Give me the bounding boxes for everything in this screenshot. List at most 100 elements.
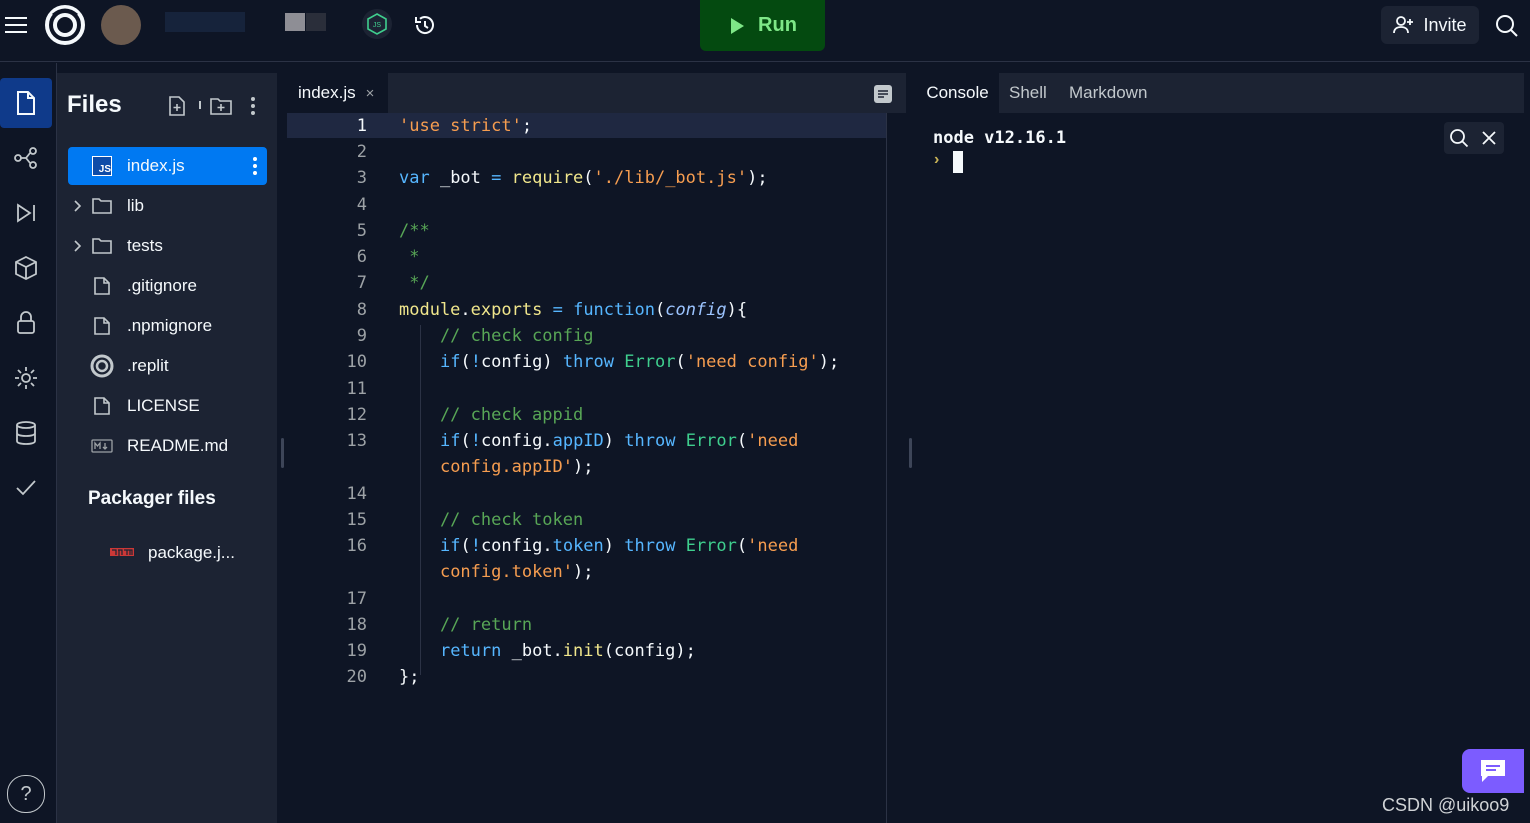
line-number: 2	[356, 142, 367, 162]
tab-index-js[interactable]: index.js ×	[287, 73, 388, 113]
file-icon	[94, 277, 110, 295]
file-item-label: LICENSE	[127, 396, 200, 415]
chevron-right-icon[interactable]	[74, 200, 82, 212]
code-line-20: };	[399, 667, 420, 687]
file-item-label: index.js	[127, 156, 185, 175]
file-more-icon[interactable]	[252, 156, 258, 181]
rail-secrets[interactable]	[0, 298, 52, 348]
chevron-right-icon[interactable]	[74, 240, 82, 252]
rail-unit-tests[interactable]	[0, 463, 52, 513]
line-number: 5	[356, 221, 367, 241]
code-line-5: /**	[399, 221, 430, 241]
packager-files-title: Packager files	[88, 488, 216, 509]
repl-name-blurred[interactable]	[165, 12, 245, 32]
help-button[interactable]: ?	[0, 769, 52, 819]
file-item-label: .replit	[127, 356, 169, 375]
rail-git[interactable]	[0, 133, 52, 183]
file-item-readme[interactable]: README.md	[68, 427, 267, 465]
code-line-16-wrap: config.token');	[439, 562, 594, 582]
code-editor[interactable]: 1 2 3 4 5 6 7 8 9 10 11 12 13 14 15 16 17 18 19 20 'use str…	[287, 113, 906, 823]
file-item-index-js[interactable]: JS index.js	[68, 147, 267, 185]
console-prompt: ›	[934, 151, 940, 168]
line-number: 3	[356, 168, 367, 188]
console-pane: Console Shell Markdown node v12.16.1 ›	[916, 73, 1524, 823]
code-line-12: // check appid	[399, 405, 584, 425]
folder-item-tests[interactable]: tests	[68, 227, 267, 265]
console-cursor	[953, 151, 963, 173]
line-number: 12	[346, 405, 367, 425]
current-line-highlight	[287, 113, 887, 138]
rail-settings[interactable]	[0, 353, 52, 403]
close-icon[interactable]: ×	[366, 85, 375, 102]
file-item-gitignore[interactable]: .gitignore	[68, 267, 267, 305]
more-options-icon[interactable]	[245, 95, 261, 117]
resize-handle[interactable]	[909, 438, 912, 468]
history-icon[interactable]	[412, 12, 438, 38]
tab-label: index.js	[298, 83, 356, 102]
folder-item-lib[interactable]: lib	[68, 187, 267, 225]
file-item-package-json[interactable]: package.j...	[68, 534, 267, 572]
gear-icon	[15, 367, 37, 389]
hamburger-menu-icon[interactable]	[4, 12, 28, 38]
line-number: 11	[346, 379, 367, 399]
line-number: 20	[346, 667, 367, 687]
feedback-chat-button[interactable]	[1462, 749, 1524, 793]
divider	[199, 101, 201, 109]
console-tab-bar: Console Shell Markdown	[916, 73, 1524, 113]
nodejs-language-icon[interactable]: JS	[362, 9, 392, 39]
close-icon[interactable]	[1478, 126, 1500, 150]
chat-icon	[1481, 760, 1505, 782]
debugger-icon	[17, 203, 35, 223]
line-number: 10	[346, 352, 367, 372]
avatar[interactable]	[101, 5, 141, 45]
new-folder-icon[interactable]	[209, 95, 233, 117]
code-line-8: module.exports = function(config){	[399, 300, 748, 320]
files-panel: Files JS index.js lib tests .gitignore .…	[57, 73, 277, 823]
file-item-label: lib	[127, 196, 145, 215]
search-icon[interactable]	[1493, 12, 1521, 40]
line-number: 13	[346, 431, 367, 451]
replit-logo-icon[interactable]	[44, 4, 86, 46]
file-item-label: .gitignore	[127, 276, 197, 295]
watermark: CSDN @uikoo9	[1382, 795, 1510, 815]
code-line-15: // check token	[399, 510, 584, 530]
new-file-icon[interactable]	[166, 95, 188, 117]
editor-settings-icon[interactable]	[872, 83, 894, 105]
js-file-icon: JS	[92, 156, 112, 176]
rail-files[interactable]	[0, 78, 52, 128]
rail-debugger[interactable]	[0, 188, 52, 238]
tab-markdown[interactable]: Markdown	[1069, 73, 1147, 113]
tab-console[interactable]: Console	[916, 73, 999, 113]
redacted-block	[285, 13, 305, 31]
tab-shell[interactable]: Shell	[1009, 73, 1047, 113]
file-item-license[interactable]: LICENSE	[68, 387, 267, 425]
rail-packages[interactable]	[0, 243, 52, 293]
invite-button[interactable]: Invite	[1381, 6, 1479, 44]
run-button[interactable]: Run	[700, 0, 825, 51]
database-icon	[16, 421, 36, 445]
resize-handle[interactable]	[281, 438, 284, 468]
line-number: 4	[356, 195, 367, 215]
folder-icon	[92, 238, 112, 254]
line-number: 6	[356, 247, 367, 267]
replit-icon	[90, 354, 114, 378]
file-item-label: package.j...	[148, 543, 235, 562]
code-line-13: if(!config.appID) throw Error('need	[439, 431, 799, 451]
line-number: 7	[356, 273, 367, 293]
search-icon[interactable]	[1447, 126, 1471, 150]
svg-text:JS: JS	[373, 22, 382, 29]
console-output[interactable]: node v12.16.1 ›	[916, 113, 1524, 823]
run-button-label: Run	[758, 14, 797, 36]
file-item-replit[interactable]: .replit	[68, 347, 267, 385]
files-icon	[17, 91, 35, 115]
checkmark-icon	[16, 480, 36, 496]
lock-icon	[17, 311, 35, 334]
file-item-npmignore[interactable]: .npmignore	[68, 307, 267, 345]
rail-database[interactable]	[0, 408, 52, 458]
file-item-label: README.md	[127, 436, 229, 455]
folder-icon	[92, 198, 112, 214]
help-icon: ?	[7, 775, 45, 813]
code-line-18: // return	[399, 615, 533, 635]
line-number: 17	[346, 589, 367, 609]
line-number: 16	[346, 536, 367, 556]
